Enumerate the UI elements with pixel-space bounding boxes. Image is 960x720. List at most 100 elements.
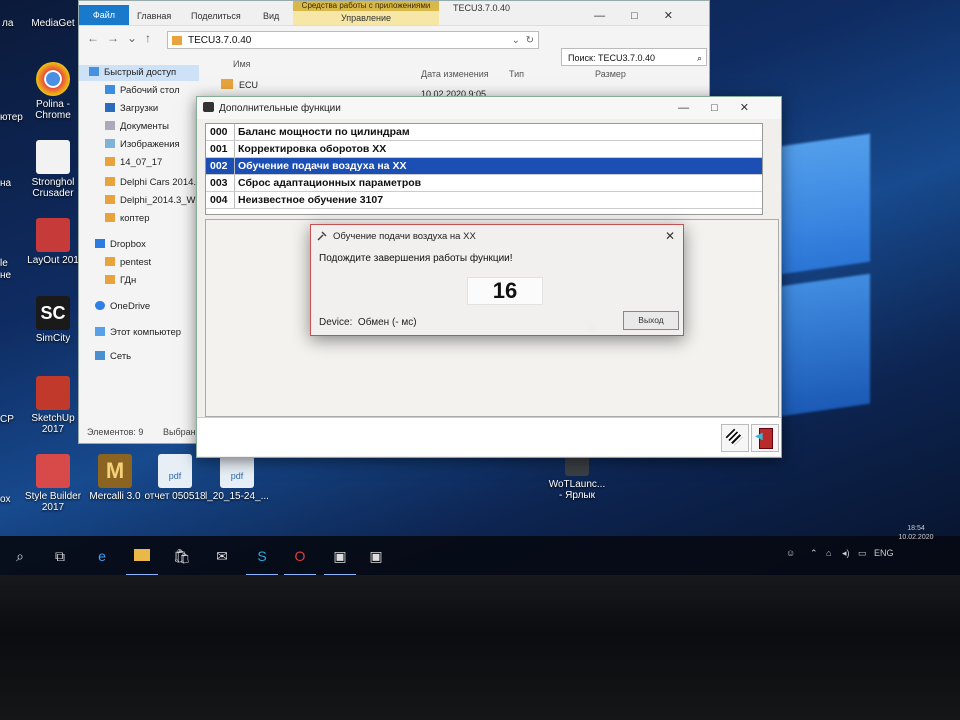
status-item-count: Элементов: 9 [87,427,144,437]
clock-time: 18:54 [907,525,925,532]
language-indicator[interactable]: ENG [874,548,894,558]
context-tab-manage[interactable]: Средства работы с приложениями Управлени… [293,1,439,25]
function-row[interactable]: 000 Баланс мощности по цилиндрам [206,124,762,141]
nav-item-downloads[interactable]: Загрузки [105,103,158,114]
function-row[interactable]: 003 Сброс адаптационных параметров [206,175,762,192]
nav-item-folder[interactable]: Delphi Cars 2014.R [105,177,203,188]
pdf-file-icon: pdf [220,454,254,488]
nav-item-folder[interactable]: ГДн [105,275,136,286]
desktop-icon-label: MediaGet [31,18,75,29]
search-icon[interactable]: ⌕ [10,546,30,566]
desktop-icon-label: WoTLaunc... [548,479,606,490]
volume-icon[interactable]: ◂) [842,548,850,559]
simcity-icon: SC [36,296,70,330]
nav-item-folder[interactable]: коптер [105,213,150,224]
folder-icon [105,177,115,186]
tray-arrow-icon[interactable]: ⌃ [810,548,818,559]
column-header-date[interactable]: Дата изменения [421,69,489,79]
chevron-down-icon[interactable]: ⌄ [512,32,520,50]
pdf-file-icon: pdf [158,454,192,488]
nav-item-network[interactable]: Сеть [95,351,131,362]
desktop-icon-pdf-file[interactable]: pdf l_20_15-24_... [204,454,270,502]
nav-item-pictures[interactable]: Изображения [105,139,180,150]
column-header-name[interactable]: Имя [233,59,251,69]
pictures-icon [105,139,115,148]
desktop-icon-mediaget[interactable]: MediaGet [20,0,86,29]
nav-label: Рабочий стол [120,85,180,96]
folder-icon [105,275,115,284]
close-icon[interactable]: ✕ [665,229,675,243]
document-icon [36,140,70,174]
nav-item-desktop[interactable]: Рабочий стол [105,85,180,96]
sketchup-icon [36,376,70,410]
store-icon[interactable]: 🛍 [172,546,192,566]
tab-view[interactable]: Вид [263,11,279,21]
desktop-cut-label: le [0,258,8,269]
desktop-icon-chrome[interactable]: Polina - Chrome [20,62,86,121]
column-header-size[interactable]: Размер [595,69,626,79]
file-explorer-icon[interactable] [126,546,158,576]
refresh-icon[interactable]: ↻ [526,32,534,50]
nav-item-folder[interactable]: pentest [105,257,151,268]
desktop-icon-sketchup[interactable]: SketchUp 2017 [20,376,86,435]
column-header-type[interactable]: Тип [509,69,524,79]
tab-home[interactable]: Главная [137,11,171,21]
app-window-icon[interactable]: ▣ [324,546,356,576]
tab-share[interactable]: Поделиться [191,11,241,21]
nav-item-quick-access[interactable]: Быстрый доступ [79,65,199,81]
nav-label: 14_07_17 [120,157,163,168]
tab-file[interactable]: Файл [79,5,129,25]
dropbox-icon [95,239,105,248]
desktop-icon-layout[interactable]: LayOut 201 [20,218,86,266]
nav-item-documents[interactable]: Документы [105,121,169,132]
people-icon[interactable]: ☺ [786,548,795,558]
exit-button[interactable]: Выход [623,311,679,330]
nav-item-this-pc[interactable]: Этот компьютер [95,327,181,338]
taskbar: ⌕ ⧉ e 🛍 ✉ S O ▣ ▣ ☺ ⌃ ⌂ ◂) ▭ ENG [0,536,960,576]
tool-icon [317,231,327,241]
window-controls[interactable]: —□✕ [594,9,699,22]
network-tray-icon[interactable]: ⌂ [826,548,831,558]
desktop-icon-style-builder[interactable]: Style Builder 2017 [20,454,86,513]
folder-icon [172,36,182,45]
search-input[interactable]: Поиск: TECU3.7.0.40 ⌕ [561,48,707,66]
function-row[interactable]: 004 Неизвестное обучение 3107 [206,192,762,209]
desktop-icon-label: Style Builder [24,491,82,502]
nav-item-onedrive[interactable]: OneDrive [95,301,150,312]
window-title: TECU3.7.0.40 [453,3,511,13]
file-row[interactable]: ECU [221,79,258,90]
mail-icon[interactable]: ✉ [212,546,232,566]
nav-label: pentest [120,257,152,268]
nav-label: Загрузки [120,103,159,114]
edge-icon[interactable]: e [92,546,112,566]
desktop-icon-label: Chrome [35,110,71,121]
nav-label: коптер [120,213,150,224]
diagnostics-button[interactable] [721,424,749,452]
function-name: Обучение подачи воздуха на ХХ [238,160,407,172]
star-icon [89,67,99,76]
notification-icon[interactable]: ▭ [858,548,867,559]
clock[interactable]: 18:54 10.02.2020 [896,524,936,542]
nav-item-folder[interactable]: 14_07_17 [105,157,162,168]
skype-icon[interactable]: S [246,546,278,576]
nav-item-dropbox[interactable]: Dropbox [95,239,146,250]
function-row[interactable]: 001 Корректировка оборотов ХХ [206,141,762,158]
desktop-cut-label: ла [2,18,14,29]
nav-item-folder[interactable]: Delphi_2014.3_Wir [105,195,201,206]
window-controls[interactable]: —□✕ [678,101,771,114]
layout-app-icon [36,218,70,252]
device-status: Device: Обмен (- мс) [319,317,417,328]
desktop-icon-report-pdf[interactable]: pdf отчет 050518 [142,454,208,502]
desktop-icon-mercalli[interactable]: M Mercalli 3.0 [82,454,148,502]
function-row-selected[interactable]: 002 Обучение подачи воздуха на ХХ [206,158,762,175]
address-bar[interactable]: TECU3.7.0.40 ⌄ ↻ [167,31,539,49]
nav-arrows[interactable]: ←→⌄↑ [87,31,159,45]
app-window-icon[interactable]: ▣ [366,546,386,566]
task-view-icon[interactable]: ⧉ [50,546,70,566]
opera-icon[interactable]: O [284,546,316,576]
desktop-icon-stronghold[interactable]: Stronghol Crusader [20,140,86,199]
exit-door-button[interactable] [751,424,779,452]
desktop-icon-simcity[interactable]: SC SimCity [20,296,86,344]
context-tab-group: Средства работы с приложениями [293,1,439,11]
nav-label: Изображения [120,139,180,150]
